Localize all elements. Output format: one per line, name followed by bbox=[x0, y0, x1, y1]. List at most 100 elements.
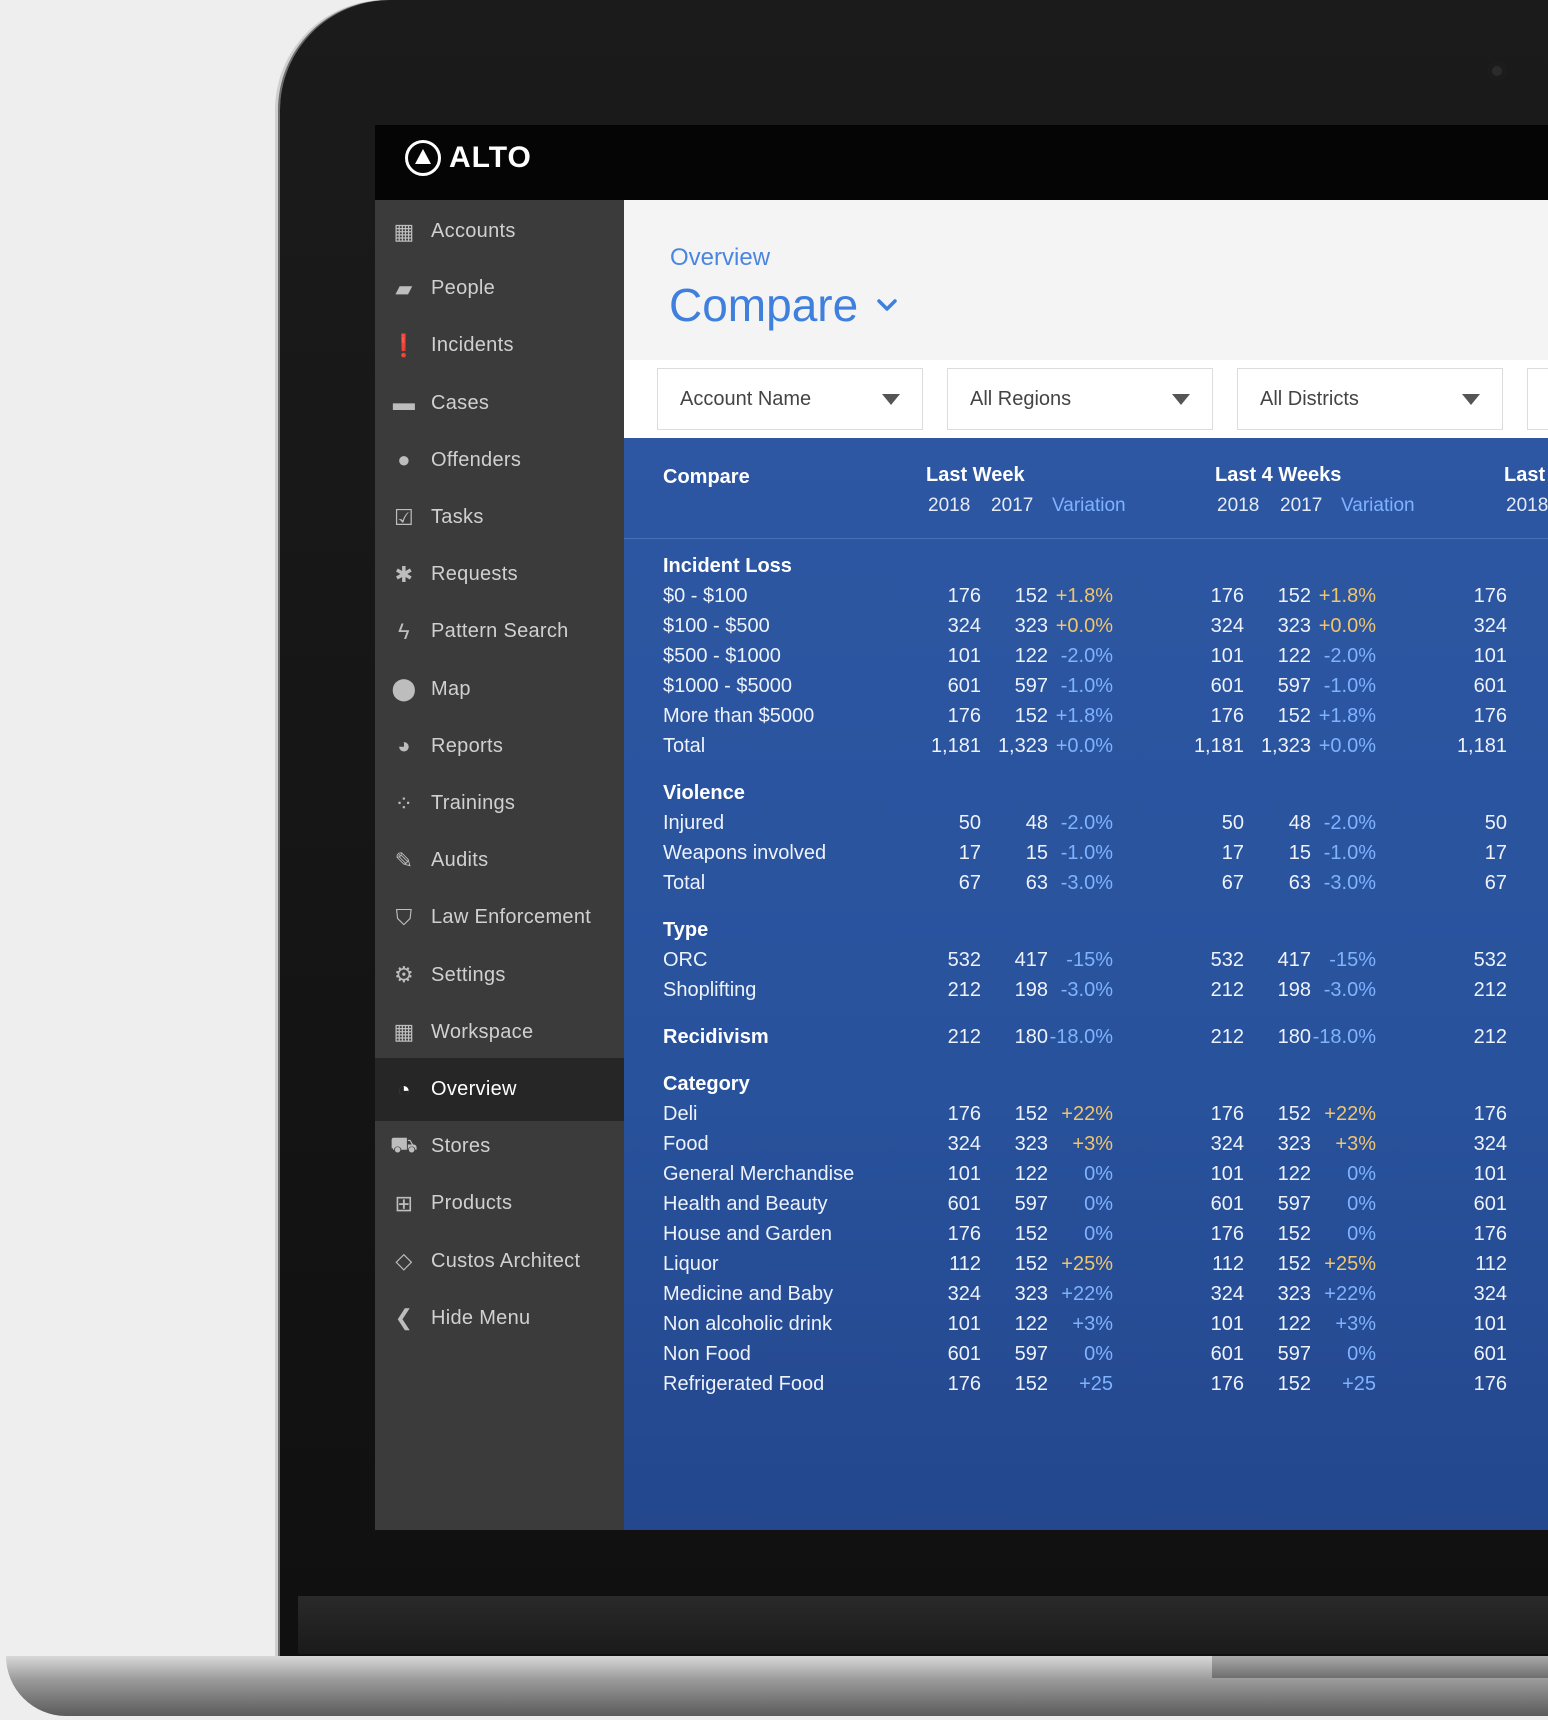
year-header: 2018 bbox=[1506, 495, 1548, 516]
row-label: $500 - $1000 bbox=[663, 645, 781, 667]
value-cell: 101 bbox=[1210, 1313, 1244, 1335]
variation-cell: -2.0% bbox=[1060, 645, 1113, 667]
row-label: Deli bbox=[663, 1103, 698, 1125]
variation-cell: +3% bbox=[1335, 1133, 1376, 1155]
variation-cell: -1.0% bbox=[1323, 842, 1376, 864]
variation-cell: +3% bbox=[1072, 1133, 1113, 1155]
variation-cell: +3% bbox=[1072, 1313, 1113, 1335]
laptop-bottom-bezel bbox=[298, 1596, 1548, 1654]
variation-cell: -2.0% bbox=[1323, 645, 1376, 667]
value-cell: 176 bbox=[1210, 585, 1244, 607]
sidebar-item-workspace[interactable]: ▦ Workspace bbox=[375, 1001, 624, 1064]
variation-cell: -18.0% bbox=[1312, 1026, 1376, 1048]
value-cell: 176 bbox=[1473, 1223, 1507, 1245]
sidebar-item-label: Cases bbox=[431, 391, 490, 414]
sidebar-item-people[interactable]: ▰ People bbox=[375, 257, 624, 320]
logo-text: ALTO bbox=[449, 141, 532, 174]
table-group-header: Incident Loss bbox=[624, 555, 1548, 585]
variation-cell: +1.8% bbox=[1318, 585, 1376, 607]
value-cell: 212 bbox=[947, 1026, 981, 1048]
sidebar-item-label: Requests bbox=[431, 563, 518, 586]
value-cell: 176 bbox=[1473, 705, 1507, 727]
sidebar-item-audits[interactable]: ✎ Audits bbox=[375, 829, 624, 892]
pie-chart-icon: ◕ bbox=[397, 733, 411, 759]
value-cell: 601 bbox=[1210, 1193, 1244, 1215]
variation-cell: -15% bbox=[1329, 949, 1376, 971]
user-icon: ● bbox=[397, 447, 411, 473]
page-title[interactable]: Compare bbox=[669, 278, 898, 332]
variation-cell: -18.0% bbox=[1049, 1026, 1113, 1048]
sidebar-item-label: Hide Menu bbox=[431, 1306, 531, 1329]
table-row: Deli 176 152 +22% 176 152 +22% 176 bbox=[624, 1103, 1548, 1133]
row-label: Food bbox=[663, 1133, 709, 1155]
table-row: ORC 532 417 -15% 532 417 -15% 532 bbox=[624, 949, 1548, 979]
table-row: Total 67 63 -3.0% 67 63 -3.0% 67 bbox=[624, 872, 1548, 902]
variation-header: Variation bbox=[1052, 495, 1126, 516]
account-name-select[interactable]: Account Name bbox=[657, 368, 923, 430]
row-label: Health and Beauty bbox=[663, 1193, 828, 1215]
app-logo[interactable]: ALTO bbox=[405, 140, 532, 176]
gear-icon: ⚙ bbox=[393, 962, 415, 988]
sidebar-item-products[interactable]: ⊞ Products bbox=[375, 1172, 624, 1235]
value-cell: 601 bbox=[1473, 1343, 1507, 1365]
row-label: Liquor bbox=[663, 1253, 719, 1275]
value-cell: 212 bbox=[1473, 979, 1507, 1001]
more-filter-select[interactable] bbox=[1527, 368, 1548, 430]
sidebar-item-incidents[interactable]: ❗ Incidents bbox=[375, 314, 624, 377]
variation-cell: -1.0% bbox=[1323, 675, 1376, 697]
sidebar-item-label: Workspace bbox=[431, 1020, 534, 1043]
sidebar-item-offenders[interactable]: ● Offenders bbox=[375, 429, 624, 492]
value-cell: 212 bbox=[947, 979, 981, 1001]
sidebar-item-pattern-search[interactable]: ϟ Pattern Search bbox=[375, 600, 624, 663]
exclamation-icon: ❗ bbox=[390, 332, 418, 358]
row-label: Non alcoholic drink bbox=[663, 1313, 832, 1335]
sidebar-item-stores[interactable]: ⛟ Stores bbox=[375, 1115, 624, 1178]
row-label: ORC bbox=[663, 949, 708, 971]
year-header: 2017 bbox=[1280, 495, 1323, 516]
sidebar-item-settings[interactable]: ⚙ Settings bbox=[375, 944, 624, 1007]
breadcrumb[interactable]: Overview bbox=[670, 244, 770, 272]
sidebar-item-trainings[interactable]: ⁘ Trainings bbox=[375, 772, 624, 835]
sidebar-item-hide-menu[interactable]: ❮ Hide Menu bbox=[375, 1287, 624, 1350]
row-label: Non Food bbox=[663, 1343, 751, 1365]
basket-icon: ⊞ bbox=[394, 1190, 414, 1216]
variation-cell: 0% bbox=[1084, 1223, 1113, 1245]
period-header-last-4-weeks: Last 4 Weeks bbox=[1215, 464, 1342, 486]
row-label: General Merchandise bbox=[663, 1163, 855, 1185]
sidebar-item-reports[interactable]: ◕ Reports bbox=[375, 715, 624, 778]
sidebar-item-custos-architect[interactable]: ◇ Custos Architect bbox=[375, 1230, 624, 1293]
top-bar: ALTO bbox=[375, 125, 1548, 200]
sidebar-item-label: Map bbox=[431, 677, 471, 700]
sidebar-item-law-enforcement[interactable]: ⛉ Law Enforcement bbox=[375, 886, 624, 949]
table-row: $500 - $1000 101 122 -2.0% 101 122 -2.0% 101 bbox=[624, 645, 1548, 675]
sidebar-item-accounts[interactable]: ▦ Accounts bbox=[375, 200, 624, 263]
filter-bar: Account Name All Regions All Districts bbox=[624, 360, 1548, 440]
region-select[interactable]: All Regions bbox=[947, 368, 1213, 430]
dashboard-icon: ◔ bbox=[397, 1076, 411, 1102]
value-cell: 101 bbox=[1210, 1163, 1244, 1185]
sidebar-item-cases[interactable]: ▬ Cases bbox=[375, 372, 624, 435]
spinner-icon: ⁘ bbox=[394, 790, 414, 816]
sidebar-item-label: Offenders bbox=[431, 448, 522, 471]
variation-cell: 0% bbox=[1347, 1193, 1376, 1215]
value-cell: 324 bbox=[1473, 1133, 1507, 1155]
variation-cell: +22% bbox=[1324, 1283, 1376, 1305]
chevron-down-icon bbox=[877, 299, 897, 311]
sidebar-item-map[interactable]: ⬤ Map bbox=[375, 658, 624, 721]
row-label: Shoplifting bbox=[663, 979, 757, 1001]
value-cell: 67 bbox=[1484, 872, 1507, 894]
row-label: Weapons involved bbox=[663, 842, 827, 864]
value-cell: 324 bbox=[1210, 615, 1244, 637]
sidebar-item-label: Incidents bbox=[431, 334, 514, 357]
variation-cell: +0.0% bbox=[1318, 615, 1376, 637]
value-cell: 601 bbox=[1473, 1193, 1507, 1215]
value-cell: 101 bbox=[947, 1163, 981, 1185]
compare-table: Compare Last Week 2018 2017 Variation La… bbox=[624, 438, 1548, 1530]
caret-down-icon bbox=[1172, 394, 1190, 405]
sidebar-item-requests[interactable]: ✱ Requests bbox=[375, 543, 624, 606]
table-row: Non alcoholic drink 101 122 +3% 101 122 +3% 101 bbox=[624, 1313, 1548, 1343]
sidebar-item-tasks[interactable]: ☑ Tasks bbox=[375, 486, 624, 549]
row-label: $0 - $100 bbox=[663, 585, 748, 607]
sidebar-item-overview[interactable]: ◔ Overview bbox=[375, 1058, 624, 1121]
district-select[interactable]: All Districts bbox=[1237, 368, 1503, 430]
